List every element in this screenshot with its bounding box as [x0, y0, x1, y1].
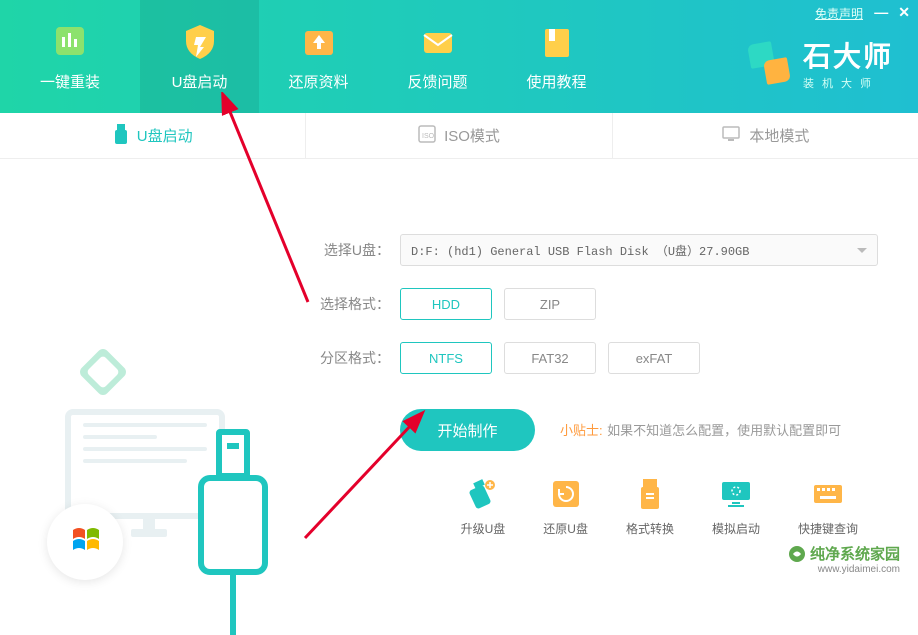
envelope-icon: [418, 21, 458, 61]
nav-restore[interactable]: 还原资料: [259, 0, 378, 113]
format-option-hdd[interactable]: HDD: [400, 288, 492, 320]
nav-reinstall[interactable]: 一键重装: [0, 0, 140, 113]
shield-usb-icon: [180, 21, 220, 61]
start-button[interactable]: 开始制作: [400, 409, 535, 451]
book-icon: [537, 21, 577, 61]
sim-boot-icon: [718, 476, 754, 512]
tip-text: 如果不知道怎么配置，使用默认配置即可: [607, 423, 841, 438]
partition-option-fat32[interactable]: FAT32: [504, 342, 596, 374]
drive-label: 选择U盘：: [320, 240, 390, 260]
illustration: [0, 159, 310, 529]
tool-hotkey-query[interactable]: 快捷键查询: [798, 476, 858, 537]
window-controls: — ✕: [874, 4, 910, 21]
watermark-url: www.yidaimei.com: [818, 564, 900, 575]
drive-select-value: D:F: (hd1) General USB Flash Disk （U盘）27…: [411, 242, 749, 259]
subtab-local-mode[interactable]: 本地模式: [613, 113, 918, 158]
nav-tutorial[interactable]: 使用教程: [497, 0, 616, 113]
brand: 石大师 装机大师: [747, 35, 893, 91]
brand-subtitle: 装机大师: [803, 75, 893, 91]
subtab-bar: U盘启动 ISO ISO模式 本地模式: [0, 113, 918, 159]
iso-icon: ISO: [418, 125, 436, 147]
watermark-title: 纯净系统家园: [810, 543, 900, 564]
subtab-usb-boot[interactable]: U盘启动: [0, 113, 306, 158]
tool-label: 模拟启动: [712, 520, 760, 537]
nav-label: 反馈问题: [407, 71, 467, 92]
subtab-label: U盘启动: [137, 125, 193, 146]
close-button[interactable]: ✕: [898, 4, 910, 21]
nav-feedback[interactable]: 反馈问题: [378, 0, 497, 113]
usb-tip-illustration: [216, 429, 250, 479]
nav-usb-boot[interactable]: U盘启动: [140, 0, 259, 113]
nav-label: 还原资料: [288, 71, 348, 92]
format-option-zip[interactable]: ZIP: [504, 288, 596, 320]
drive-row: 选择U盘： D:F: (hd1) General USB Flash Disk …: [320, 234, 878, 266]
upload-box-icon: [299, 21, 339, 61]
config-form: 选择U盘： D:F: (hd1) General USB Flash Disk …: [310, 159, 918, 529]
tool-upgrade-usb[interactable]: 升级U盘: [461, 476, 506, 537]
svg-text:ISO: ISO: [422, 133, 435, 140]
partition-option-exfat[interactable]: exFAT: [608, 342, 700, 374]
usb-body-illustration: [198, 475, 268, 575]
tip-label: 小贴士:: [560, 423, 603, 438]
keyboard-icon: [810, 476, 846, 512]
partition-label: 分区格式：: [320, 348, 390, 368]
watermark: 纯净系统家园 www.yidaimei.com: [788, 543, 900, 575]
format-convert-icon: [632, 476, 668, 512]
watermark-logo-icon: [788, 545, 806, 563]
drive-select[interactable]: D:F: (hd1) General USB Flash Disk （U盘）27…: [400, 234, 878, 266]
format-label: 选择格式：: [320, 294, 390, 314]
tool-restore-usb[interactable]: 还原U盘: [543, 476, 588, 537]
monitor-icon: [721, 125, 741, 147]
tool-label: 还原U盘: [543, 520, 588, 537]
disclaimer-link[interactable]: 免责声明: [815, 5, 863, 22]
tool-label: 升级U盘: [461, 520, 506, 537]
usb-icon: [113, 124, 129, 148]
usb-upgrade-icon: [465, 476, 501, 512]
top-header: 免责声明 — ✕ 一键重装 U盘启动 还原资料 反馈问题: [0, 0, 918, 113]
minimize-button[interactable]: —: [874, 4, 888, 21]
tip: 小贴士: 如果不知道怎么配置，使用默认配置即可: [560, 420, 841, 440]
nav-label: 使用教程: [526, 71, 586, 92]
usb-restore-icon: [548, 476, 584, 512]
tool-label: 格式转换: [626, 520, 674, 537]
content-area: 选择U盘： D:F: (hd1) General USB Flash Disk …: [0, 159, 918, 529]
brand-logo-icon: [747, 41, 791, 85]
tool-format-convert[interactable]: 格式转换: [626, 476, 674, 537]
subtab-iso-mode[interactable]: ISO ISO模式: [306, 113, 612, 158]
usb-cable-illustration: [230, 575, 236, 635]
nav-label: 一键重装: [40, 71, 100, 92]
bottom-tools: 升级U盘 还原U盘 格式转换 模拟启动 快捷键查询: [461, 476, 858, 537]
nav-label: U盘启动: [172, 71, 228, 92]
main-nav: 一键重装 U盘启动 还原资料 反馈问题 使用教程: [0, 0, 616, 113]
partition-row: 分区格式： NTFS FAT32 exFAT: [320, 342, 878, 374]
brand-title: 石大师: [803, 35, 893, 75]
bar-chart-icon: [50, 21, 90, 61]
action-row: 开始制作 小贴士: 如果不知道怎么配置，使用默认配置即可: [320, 409, 878, 451]
tool-label: 快捷键查询: [798, 520, 858, 537]
subtab-label: 本地模式: [749, 125, 809, 146]
subtab-label: ISO模式: [444, 125, 500, 146]
partition-options: NTFS FAT32 exFAT: [400, 342, 700, 374]
format-row: 选择格式： HDD ZIP: [320, 288, 878, 320]
windows-logo-icon: [47, 504, 123, 580]
format-options: HDD ZIP: [400, 288, 596, 320]
partition-option-ntfs[interactable]: NTFS: [400, 342, 492, 374]
decorative-diamond-icon: [78, 347, 129, 398]
tool-sim-boot[interactable]: 模拟启动: [712, 476, 760, 537]
chevron-down-icon: [857, 248, 867, 253]
